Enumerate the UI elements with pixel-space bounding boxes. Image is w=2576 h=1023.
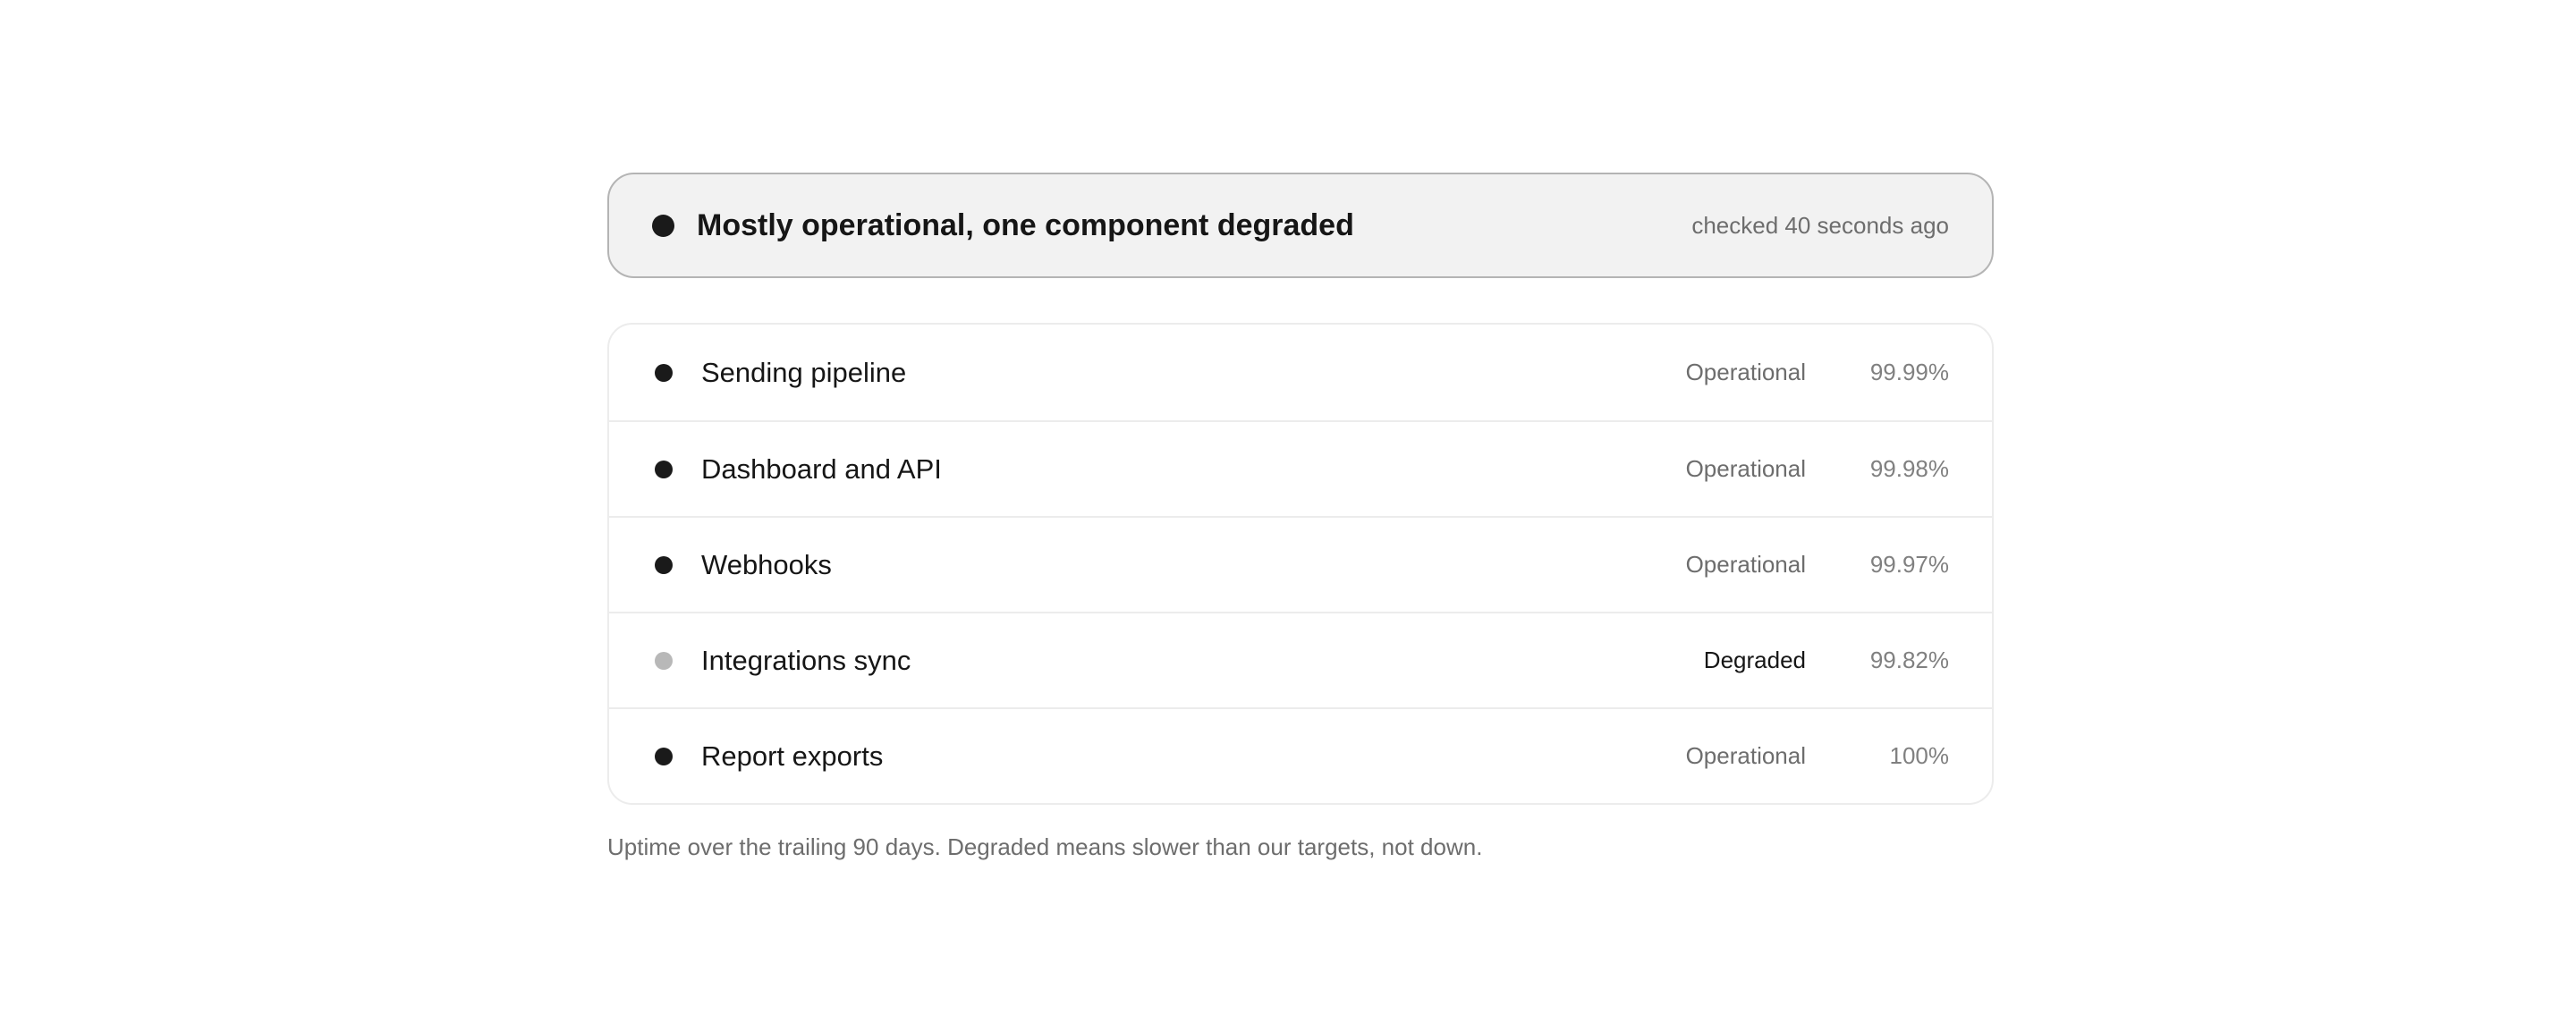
status-indicator: [655, 651, 673, 670]
component-name: Sending pipeline: [701, 356, 907, 388]
component-list: Sending pipeline Operational 99.99% Dash…: [607, 323, 1994, 805]
component-uptime: 100%: [1889, 742, 1950, 769]
component-status: Operational: [1685, 455, 1806, 482]
component-status: Operational: [1685, 742, 1806, 769]
overall-status-indicator: [652, 214, 674, 237]
status-summary-banner: Mostly operational, one component degrad…: [607, 173, 1994, 278]
component-name: Dashboard and API: [701, 452, 942, 485]
component-name: Webhooks: [701, 548, 832, 580]
component-uptime: 99.99%: [1869, 359, 1949, 385]
component-name: Report exports: [701, 740, 884, 772]
last-checked-time: checked 40 seconds ago: [1691, 211, 1949, 239]
component-uptime: 99.97%: [1869, 551, 1949, 578]
overall-status-title: Mostly operational, one component degrad…: [697, 207, 1354, 242]
component-name: Integrations sync: [701, 644, 911, 676]
status-indicator: [655, 555, 673, 574]
status-indicator: [655, 460, 673, 478]
component-row: Sending pipeline Operational 99.99%: [609, 325, 1992, 420]
component-status: Degraded: [1703, 647, 1806, 673]
component-row: Webhooks Operational 99.97%: [609, 516, 1992, 612]
component-status: Operational: [1685, 551, 1806, 578]
component-row: Dashboard and API Operational 99.98%: [609, 420, 1992, 516]
uptime-footnote: Uptime over the trailing 90 days. Degrad…: [607, 833, 1483, 860]
component-uptime: 99.82%: [1869, 647, 1949, 673]
component-row: Report exports Operational 100%: [609, 707, 1992, 803]
status-indicator: [655, 747, 673, 765]
component-status: Operational: [1685, 359, 1806, 385]
component-row: Integrations sync Degraded 99.82%: [609, 612, 1992, 707]
component-uptime: 99.98%: [1869, 455, 1949, 482]
status-page: Mostly operational, one component degrad…: [607, 173, 1994, 861]
status-indicator: [655, 363, 673, 382]
